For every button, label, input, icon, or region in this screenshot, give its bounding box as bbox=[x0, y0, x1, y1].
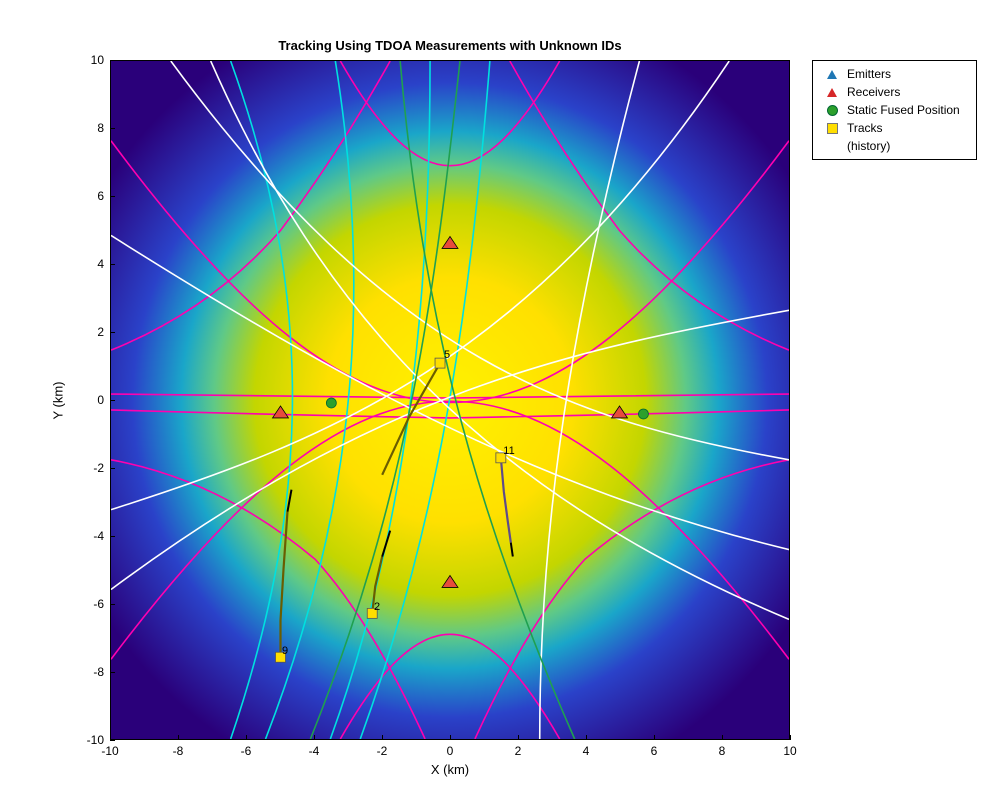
x-tick-mark bbox=[246, 735, 247, 740]
circle-icon bbox=[819, 105, 845, 116]
y-tick-mark bbox=[110, 60, 115, 61]
x-tick-mark bbox=[722, 735, 723, 740]
x-tick-mark bbox=[586, 735, 587, 740]
x-tick-mark bbox=[790, 735, 791, 740]
x-tick-label: 4 bbox=[583, 744, 590, 758]
y-tick-label: 0 bbox=[74, 393, 104, 407]
plot-canvas bbox=[111, 61, 789, 739]
y-tick-mark bbox=[110, 740, 115, 741]
y-tick-label: 6 bbox=[74, 189, 104, 203]
chart-title: Tracking Using TDOA Measurements with Un… bbox=[110, 38, 790, 53]
x-tick-label: -2 bbox=[377, 744, 388, 758]
legend-entry-fused: Static Fused Position bbox=[819, 101, 970, 119]
plot-axes[interactable]: 5 11 2 9 bbox=[110, 60, 790, 740]
y-tick-mark bbox=[110, 400, 115, 401]
y-tick-mark bbox=[110, 536, 115, 537]
y-tick-label: 8 bbox=[74, 121, 104, 135]
y-tick-mark bbox=[110, 264, 115, 265]
x-tick-mark bbox=[654, 735, 655, 740]
y-tick-label: 2 bbox=[74, 325, 104, 339]
legend-entry-history: (history) bbox=[819, 137, 970, 155]
y-tick-label: -6 bbox=[74, 597, 104, 611]
y-tick-mark bbox=[110, 332, 115, 333]
legend-label: Static Fused Position bbox=[845, 103, 970, 117]
x-tick-label: 6 bbox=[651, 744, 658, 758]
x-axis-label: X (km) bbox=[110, 762, 790, 777]
y-tick-label: -2 bbox=[74, 461, 104, 475]
legend-label: Emitters bbox=[845, 67, 970, 81]
y-tick-mark bbox=[110, 468, 115, 469]
x-tick-label: -8 bbox=[173, 744, 184, 758]
fused-marker bbox=[326, 398, 336, 408]
y-tick-label: 10 bbox=[74, 53, 104, 67]
legend-box[interactable]: Emitters Receivers Static Fused Position… bbox=[812, 60, 977, 160]
legend-entry-tracks: Tracks bbox=[819, 119, 970, 137]
y-tick-mark bbox=[110, 604, 115, 605]
y-tick-label: 4 bbox=[74, 257, 104, 271]
y-axis-label: Y (km) bbox=[48, 60, 68, 740]
y-tick-mark bbox=[110, 672, 115, 673]
y-tick-label: -8 bbox=[74, 665, 104, 679]
x-tick-label: -4 bbox=[309, 744, 320, 758]
y-tick-mark bbox=[110, 196, 115, 197]
legend-entry-emitters: Emitters bbox=[819, 65, 970, 83]
track-label: 9 bbox=[282, 645, 288, 657]
square-icon bbox=[819, 123, 845, 134]
x-tick-mark bbox=[314, 735, 315, 740]
legend-label: Receivers bbox=[845, 85, 970, 99]
x-tick-label: 2 bbox=[515, 744, 522, 758]
legend-label: (history) bbox=[845, 139, 970, 153]
x-tick-label: 10 bbox=[783, 744, 796, 758]
track-label: 5 bbox=[444, 349, 450, 361]
x-tick-label: 0 bbox=[447, 744, 454, 758]
y-tick-label: -10 bbox=[74, 733, 104, 747]
x-tick-mark bbox=[178, 735, 179, 740]
figure-window: Tracking Using TDOA Measurements with Un… bbox=[0, 0, 1000, 800]
fused-marker bbox=[638, 409, 648, 419]
y-tick-mark bbox=[110, 128, 115, 129]
triangle-up-icon bbox=[819, 70, 845, 79]
x-tick-mark bbox=[382, 735, 383, 740]
legend-entry-receivers: Receivers bbox=[819, 83, 970, 101]
legend-label: Tracks bbox=[845, 121, 970, 135]
track-label: 11 bbox=[503, 445, 514, 457]
triangle-up-icon bbox=[819, 88, 845, 97]
x-tick-label: -6 bbox=[241, 744, 252, 758]
track-label: 2 bbox=[374, 601, 380, 613]
x-tick-label: 8 bbox=[719, 744, 726, 758]
y-tick-label: -4 bbox=[74, 529, 104, 543]
x-tick-mark bbox=[450, 735, 451, 740]
x-tick-mark bbox=[518, 735, 519, 740]
